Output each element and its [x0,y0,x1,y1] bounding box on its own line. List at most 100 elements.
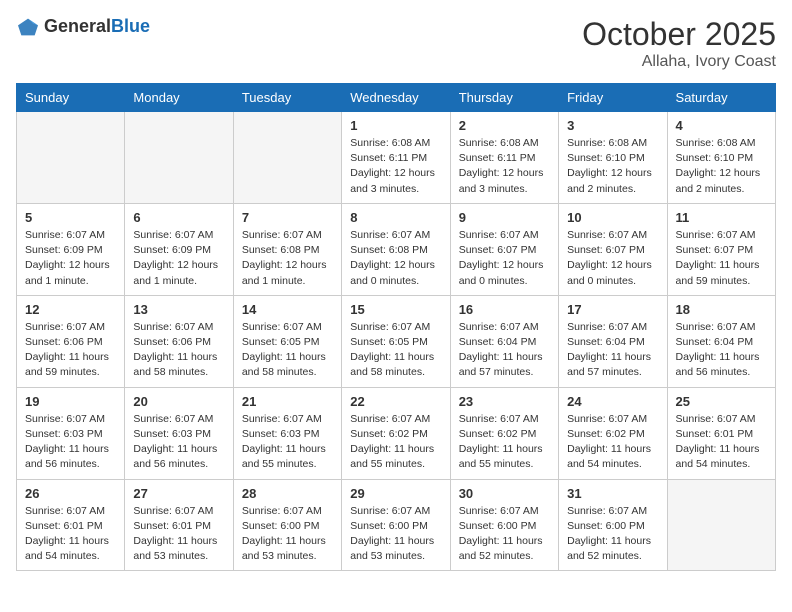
calendar-cell: 21 Sunrise: 6:07 AM Sunset: 6:03 PM Dayli… [233,387,341,479]
calendar-cell: 27Sunrise: 6:07 AM Sunset: 6:01 PM Dayli… [125,479,233,571]
calendar-cell [125,112,233,204]
day-info: Sunrise: 6:08 AM Sunset: 6:10 PM Dayligh… [567,136,658,197]
day-number: 16 [459,302,550,317]
calendar-cell: 30 Sunrise: 6:07 AM Sunset: 6:00 PM Dayli… [450,479,558,571]
logo-icon [16,17,40,37]
weekday-header-row: SundayMondayTuesdayWednesdayThursdayFrid… [17,84,776,112]
day-number: 23 [459,394,550,409]
day-number: 1 [350,118,441,133]
calendar-cell: 6 Sunrise: 6:07 AM Sunset: 6:09 PM Daylig… [125,203,233,295]
day-info: Sunrise: 6:07 AM Sunset: 6:02 PM Dayligh… [567,412,658,473]
calendar-table: SundayMondayTuesdayWednesdayThursdayFrid… [16,83,776,571]
calendar-cell: 20Sunrise: 6:07 AM Sunset: 6:03 PM Dayli… [125,387,233,479]
day-number: 18 [676,302,767,317]
day-info: Sunrise: 6:07 AM Sunset: 6:02 PM Dayligh… [459,412,550,473]
calendar-cell: 15Sunrise: 6:07 AM Sunset: 6:05 PM Dayli… [342,295,450,387]
calendar-cell: 28 Sunrise: 6:07 AM Sunset: 6:00 PM Dayli… [233,479,341,571]
calendar-cell: 4 Sunrise: 6:08 AM Sunset: 6:10 PM Daylig… [667,112,775,204]
calendar-cell: 5Sunrise: 6:07 AM Sunset: 6:09 PM Daylig… [17,203,125,295]
calendar-cell: 17 Sunrise: 6:07 AM Sunset: 6:04 PM Dayli… [559,295,667,387]
day-info: Sunrise: 6:07 AM Sunset: 6:00 PM Dayligh… [567,504,658,565]
day-info: Sunrise: 6:08 AM Sunset: 6:11 PM Dayligh… [350,136,441,197]
day-info: Sunrise: 6:07 AM Sunset: 6:00 PM Dayligh… [242,504,333,565]
day-info: Sunrise: 6:07 AM Sunset: 6:03 PM Dayligh… [242,412,333,473]
day-info: Sunrise: 6:07 AM Sunset: 6:00 PM Dayligh… [459,504,550,565]
day-info: Sunrise: 6:07 AM Sunset: 6:03 PM Dayligh… [133,412,224,473]
calendar-cell: 22 Sunrise: 6:07 AM Sunset: 6:02 PM Dayli… [342,387,450,479]
calendar-cell [667,479,775,571]
week-row-1: 1 Sunrise: 6:08 AM Sunset: 6:11 PM Daylig… [17,112,776,204]
calendar-cell [233,112,341,204]
month-title: October 2025 [582,16,776,53]
calendar-cell: 24Sunrise: 6:07 AM Sunset: 6:02 PM Dayli… [559,387,667,479]
page-header: GeneralBlue October 2025 Allaha, Ivory C… [16,16,776,71]
weekday-header-tuesday: Tuesday [233,84,341,112]
week-row-5: 26 Sunrise: 6:07 AM Sunset: 6:01 PM Dayli… [17,479,776,571]
calendar-cell: 29 Sunrise: 6:07 AM Sunset: 6:00 PM Dayli… [342,479,450,571]
day-number: 10 [567,210,658,225]
calendar-cell: 1 Sunrise: 6:08 AM Sunset: 6:11 PM Daylig… [342,112,450,204]
calendar-cell [17,112,125,204]
logo-text-blue: Blue [111,16,150,36]
day-number: 19 [25,394,116,409]
calendar-cell: 19 Sunrise: 6:07 AM Sunset: 6:03 PM Dayli… [17,387,125,479]
calendar-cell: 3Sunrise: 6:08 AM Sunset: 6:10 PM Daylig… [559,112,667,204]
calendar-cell: 13Sunrise: 6:07 AM Sunset: 6:06 PM Dayli… [125,295,233,387]
weekday-header-monday: Monday [125,84,233,112]
day-info: Sunrise: 6:07 AM Sunset: 6:00 PM Dayligh… [350,504,441,565]
calendar-cell: 11 Sunrise: 6:07 AM Sunset: 6:07 PM Dayli… [667,203,775,295]
calendar-cell: 12Sunrise: 6:07 AM Sunset: 6:06 PM Dayli… [17,295,125,387]
day-number: 22 [350,394,441,409]
day-number: 13 [133,302,224,317]
day-number: 28 [242,486,333,501]
day-info: Sunrise: 6:07 AM Sunset: 6:01 PM Dayligh… [133,504,224,565]
day-info: Sunrise: 6:07 AM Sunset: 6:01 PM Dayligh… [676,412,767,473]
day-info: Sunrise: 6:07 AM Sunset: 6:09 PM Dayligh… [133,228,224,289]
day-number: 8 [350,210,441,225]
weekday-header-wednesday: Wednesday [342,84,450,112]
calendar-cell: 14Sunrise: 6:07 AM Sunset: 6:05 PM Dayli… [233,295,341,387]
day-number: 31 [567,486,658,501]
calendar-cell: 16 Sunrise: 6:07 AM Sunset: 6:04 PM Dayli… [450,295,558,387]
day-number: 15 [350,302,441,317]
calendar-cell: 23 Sunrise: 6:07 AM Sunset: 6:02 PM Dayli… [450,387,558,479]
calendar-cell: 9 Sunrise: 6:07 AM Sunset: 6:07 PM Daylig… [450,203,558,295]
day-info: Sunrise: 6:07 AM Sunset: 6:04 PM Dayligh… [676,320,767,381]
day-info: Sunrise: 6:07 AM Sunset: 6:02 PM Dayligh… [350,412,441,473]
day-info: Sunrise: 6:07 AM Sunset: 6:07 PM Dayligh… [676,228,767,289]
day-info: Sunrise: 6:08 AM Sunset: 6:10 PM Dayligh… [676,136,767,197]
calendar-cell: 2Sunrise: 6:08 AM Sunset: 6:11 PM Daylig… [450,112,558,204]
weekday-header-thursday: Thursday [450,84,558,112]
day-info: Sunrise: 6:08 AM Sunset: 6:11 PM Dayligh… [459,136,550,197]
day-number: 25 [676,394,767,409]
day-info: Sunrise: 6:07 AM Sunset: 6:08 PM Dayligh… [350,228,441,289]
day-number: 9 [459,210,550,225]
logo-text-general: General [44,16,111,36]
day-number: 6 [133,210,224,225]
day-number: 26 [25,486,116,501]
day-number: 17 [567,302,658,317]
day-info: Sunrise: 6:07 AM Sunset: 6:04 PM Dayligh… [567,320,658,381]
weekday-header-saturday: Saturday [667,84,775,112]
day-info: Sunrise: 6:07 AM Sunset: 6:03 PM Dayligh… [25,412,116,473]
day-number: 14 [242,302,333,317]
day-number: 21 [242,394,333,409]
weekday-header-friday: Friday [559,84,667,112]
day-info: Sunrise: 6:07 AM Sunset: 6:09 PM Dayligh… [25,228,116,289]
day-info: Sunrise: 6:07 AM Sunset: 6:04 PM Dayligh… [459,320,550,381]
day-number: 4 [676,118,767,133]
week-row-2: 5Sunrise: 6:07 AM Sunset: 6:09 PM Daylig… [17,203,776,295]
day-number: 7 [242,210,333,225]
day-number: 29 [350,486,441,501]
day-info: Sunrise: 6:07 AM Sunset: 6:07 PM Dayligh… [459,228,550,289]
day-info: Sunrise: 6:07 AM Sunset: 6:06 PM Dayligh… [25,320,116,381]
day-info: Sunrise: 6:07 AM Sunset: 6:08 PM Dayligh… [242,228,333,289]
location-title: Allaha, Ivory Coast [582,53,776,71]
title-block: October 2025 Allaha, Ivory Coast [582,16,776,71]
logo: GeneralBlue [16,16,150,37]
day-number: 30 [459,486,550,501]
day-number: 11 [676,210,767,225]
calendar-cell: 18 Sunrise: 6:07 AM Sunset: 6:04 PM Dayli… [667,295,775,387]
calendar-cell: 25 Sunrise: 6:07 AM Sunset: 6:01 PM Dayli… [667,387,775,479]
calendar-cell: 8 Sunrise: 6:07 AM Sunset: 6:08 PM Daylig… [342,203,450,295]
